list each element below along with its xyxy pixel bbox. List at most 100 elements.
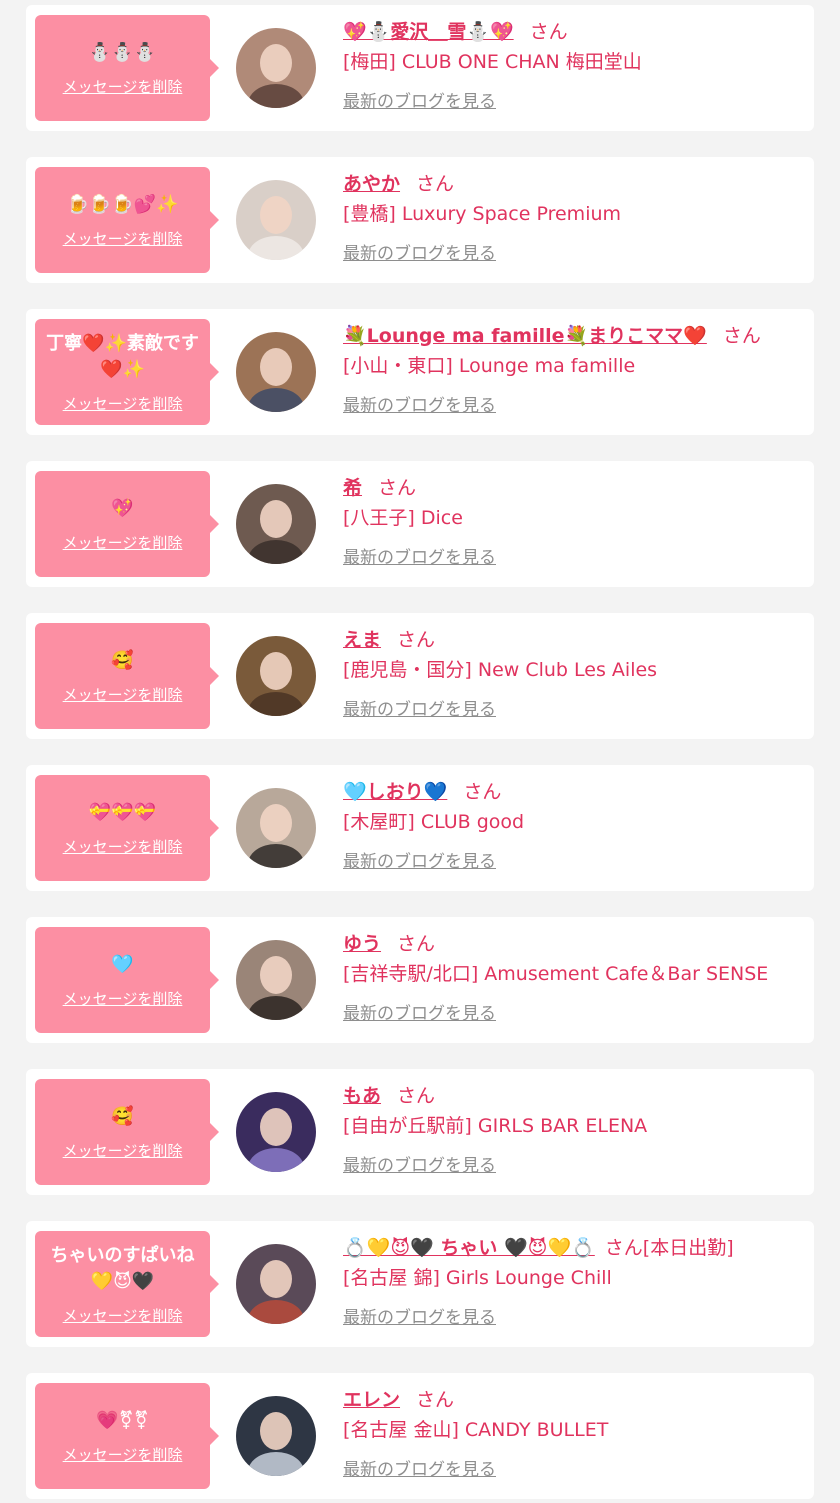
avatar[interactable] xyxy=(236,636,316,716)
message-card: 🥰 メッセージを削除 えま さん [鹿児島・国分] New Club Les A… xyxy=(26,613,814,739)
message-text: ⛄⛄⛄ xyxy=(88,41,157,63)
shop-name: [名古屋 錦] Girls Lounge Chill xyxy=(343,1267,612,1289)
latest-blog-link[interactable]: 最新のブログを見る xyxy=(343,695,496,720)
avatar-face xyxy=(260,956,292,994)
message-bubble: 💝💝💝 メッセージを削除 xyxy=(35,775,219,881)
message-bubble: ちゃいのすぱいね💛😈🖤 メッセージを削除 xyxy=(35,1231,219,1337)
cast-name-link[interactable]: 💖⛄愛沢＿雪⛄💖 xyxy=(343,17,514,44)
avatar[interactable] xyxy=(236,788,316,868)
cast-info: もあ さん [自由が丘駅前] GIRLS BAR ELENA 最新のブログを見る xyxy=(343,1079,806,1177)
latest-blog-link[interactable]: 最新のブログを見る xyxy=(343,391,496,416)
delete-message-link[interactable]: メッセージを削除 xyxy=(63,836,183,857)
avatar-face xyxy=(260,196,292,234)
avatar[interactable] xyxy=(236,1244,316,1324)
avatar[interactable] xyxy=(236,484,316,564)
cast-name-link[interactable]: ゆう xyxy=(343,929,381,956)
message-bubble: 🍺🍺🍺💕✨ メッセージを削除 xyxy=(35,167,219,273)
message-text: 🥰 xyxy=(111,1105,134,1127)
cast-info: エレン さん [名古屋 金山] CANDY BULLET 最新のブログを見る xyxy=(343,1383,806,1481)
cast-info: 💖⛄愛沢＿雪⛄💖 さん [梅田] CLUB ONE CHAN 梅田堂山 最新のブ… xyxy=(343,15,806,113)
name-line: えま さん xyxy=(343,623,806,653)
name-line: 🩵しおり💙 さん xyxy=(343,775,806,805)
message-text: 🍺🍺🍺💕✨ xyxy=(66,193,179,215)
avatar[interactable] xyxy=(236,940,316,1020)
latest-blog-link[interactable]: 最新のブログを見る xyxy=(343,87,496,112)
message-card: 🩵 メッセージを削除 ゆう さん [吉祥寺駅/北口] Amusement Caf… xyxy=(26,917,814,1043)
latest-blog-link[interactable]: 最新のブログを見る xyxy=(343,1303,496,1328)
message-card: 💗⚧⚧ メッセージを削除 エレン さん [名古屋 金山] CANDY BULLE… xyxy=(26,1373,814,1499)
avatar-face xyxy=(260,804,292,842)
delete-message-link[interactable]: メッセージを削除 xyxy=(63,988,183,1009)
delete-message-link[interactable]: メッセージを削除 xyxy=(63,76,183,97)
message-card: ⛄⛄⛄ メッセージを削除 💖⛄愛沢＿雪⛄💖 さん [梅田] CLUB ONE C… xyxy=(26,5,814,131)
shop-name: [豊橋] Luxury Space Premium xyxy=(343,203,622,225)
shop-name: [名古屋 金山] CANDY BULLET xyxy=(343,1419,609,1441)
delete-message-link[interactable]: メッセージを削除 xyxy=(63,228,183,249)
honorific: さん xyxy=(463,780,502,803)
delete-message-link[interactable]: メッセージを削除 xyxy=(63,684,183,705)
cast-name-link[interactable]: エレン xyxy=(343,1385,400,1412)
delete-message-link[interactable]: メッセージを削除 xyxy=(63,393,183,414)
avatar[interactable] xyxy=(236,28,316,108)
avatar[interactable] xyxy=(236,1092,316,1172)
avatar-body xyxy=(248,1452,304,1476)
message-card: 丁寧❤️✨素敵です❤️✨ メッセージを削除 💐Lounge ma famille… xyxy=(26,309,814,435)
avatar-body xyxy=(248,1148,304,1172)
avatar[interactable] xyxy=(236,180,316,260)
shop-name: [鹿児島・国分] New Club Les Ailes xyxy=(343,659,658,681)
name-line: もあ さん xyxy=(343,1079,806,1109)
avatar-body xyxy=(248,540,304,564)
honorific: さん xyxy=(416,1388,455,1411)
shop-name: [木屋町] CLUB good xyxy=(343,811,525,833)
avatar[interactable] xyxy=(236,1396,316,1476)
cast-name-link[interactable]: 希 xyxy=(343,473,362,500)
latest-blog-link[interactable]: 最新のブログを見る xyxy=(343,239,496,264)
cast-info: ゆう さん [吉祥寺駅/北口] Amusement Cafe＆Bar SENSE… xyxy=(343,927,806,1025)
cast-name-link[interactable]: 💐Lounge ma famille💐まりこママ❤️ xyxy=(343,321,707,348)
name-line: エレン さん xyxy=(343,1383,806,1413)
message-bubble: 🥰 メッセージを削除 xyxy=(35,623,219,729)
cast-name-link[interactable]: 💍💛😈🖤 ちゃい 🖤😈💛💍 xyxy=(343,1233,595,1260)
cast-name-link[interactable]: あやか xyxy=(343,169,400,196)
avatar-face xyxy=(260,348,292,386)
avatar-face xyxy=(260,500,292,538)
cast-info: 💐Lounge ma famille💐まりこママ❤️ さん [小山・東口] Lo… xyxy=(343,319,806,417)
avatar-face xyxy=(260,44,292,82)
delete-message-link[interactable]: メッセージを削除 xyxy=(63,532,183,553)
message-card: 💝💝💝 メッセージを削除 🩵しおり💙 さん [木屋町] CLUB good 最新… xyxy=(26,765,814,891)
delete-message-link[interactable]: メッセージを削除 xyxy=(63,1140,183,1161)
latest-blog-link[interactable]: 最新のブログを見る xyxy=(343,543,496,568)
message-bubble: 丁寧❤️✨素敵です❤️✨ メッセージを削除 xyxy=(35,319,219,425)
latest-blog-link[interactable]: 最新のブログを見る xyxy=(343,1455,496,1480)
delete-message-link[interactable]: メッセージを削除 xyxy=(63,1444,183,1465)
message-bubble: 💖 メッセージを削除 xyxy=(35,471,219,577)
avatar-body xyxy=(248,236,304,260)
latest-blog-link[interactable]: 最新のブログを見る xyxy=(343,847,496,872)
avatar-face xyxy=(260,1108,292,1146)
avatar-body xyxy=(248,1300,304,1324)
avatar[interactable] xyxy=(236,332,316,412)
cast-name-link[interactable]: もあ xyxy=(343,1081,381,1108)
name-line: 💐Lounge ma famille💐まりこママ❤️ さん xyxy=(343,319,806,349)
avatar-face xyxy=(260,652,292,690)
shop-name: [自由が丘駅前] GIRLS BAR ELENA xyxy=(343,1115,648,1137)
latest-blog-link[interactable]: 最新のブログを見る xyxy=(343,1151,496,1176)
cast-name-link[interactable]: えま xyxy=(343,625,381,652)
latest-blog-link[interactable]: 最新のブログを見る xyxy=(343,999,496,1024)
delete-message-link[interactable]: メッセージを削除 xyxy=(63,1305,183,1326)
message-text: 💗⚧⚧ xyxy=(96,1409,149,1431)
avatar-body xyxy=(248,996,304,1020)
message-card: 🥰 メッセージを削除 もあ さん [自由が丘駅前] GIRLS BAR ELEN… xyxy=(26,1069,814,1195)
cast-name-link[interactable]: 🩵しおり💙 xyxy=(343,777,447,804)
avatar-body xyxy=(248,692,304,716)
message-text: 丁寧❤️✨素敵です❤️✨ xyxy=(46,332,199,380)
message-list: ⛄⛄⛄ メッセージを削除 💖⛄愛沢＿雪⛄💖 さん [梅田] CLUB ONE C… xyxy=(0,0,840,1503)
name-line: 💍💛😈🖤 ちゃい 🖤😈💛💍 さん[本日出勤] xyxy=(343,1231,806,1261)
message-text: 🩵 xyxy=(111,953,134,975)
honorific: さん xyxy=(397,932,436,955)
message-bubble: ⛄⛄⛄ メッセージを削除 xyxy=(35,15,219,121)
cast-info: えま さん [鹿児島・国分] New Club Les Ailes 最新のブログ… xyxy=(343,623,806,721)
shop-name: [梅田] CLUB ONE CHAN 梅田堂山 xyxy=(343,51,642,73)
message-bubble: 💗⚧⚧ メッセージを削除 xyxy=(35,1383,219,1489)
message-card: 💖 メッセージを削除 希 さん [八王子] Dice 最新のブログを見る xyxy=(26,461,814,587)
